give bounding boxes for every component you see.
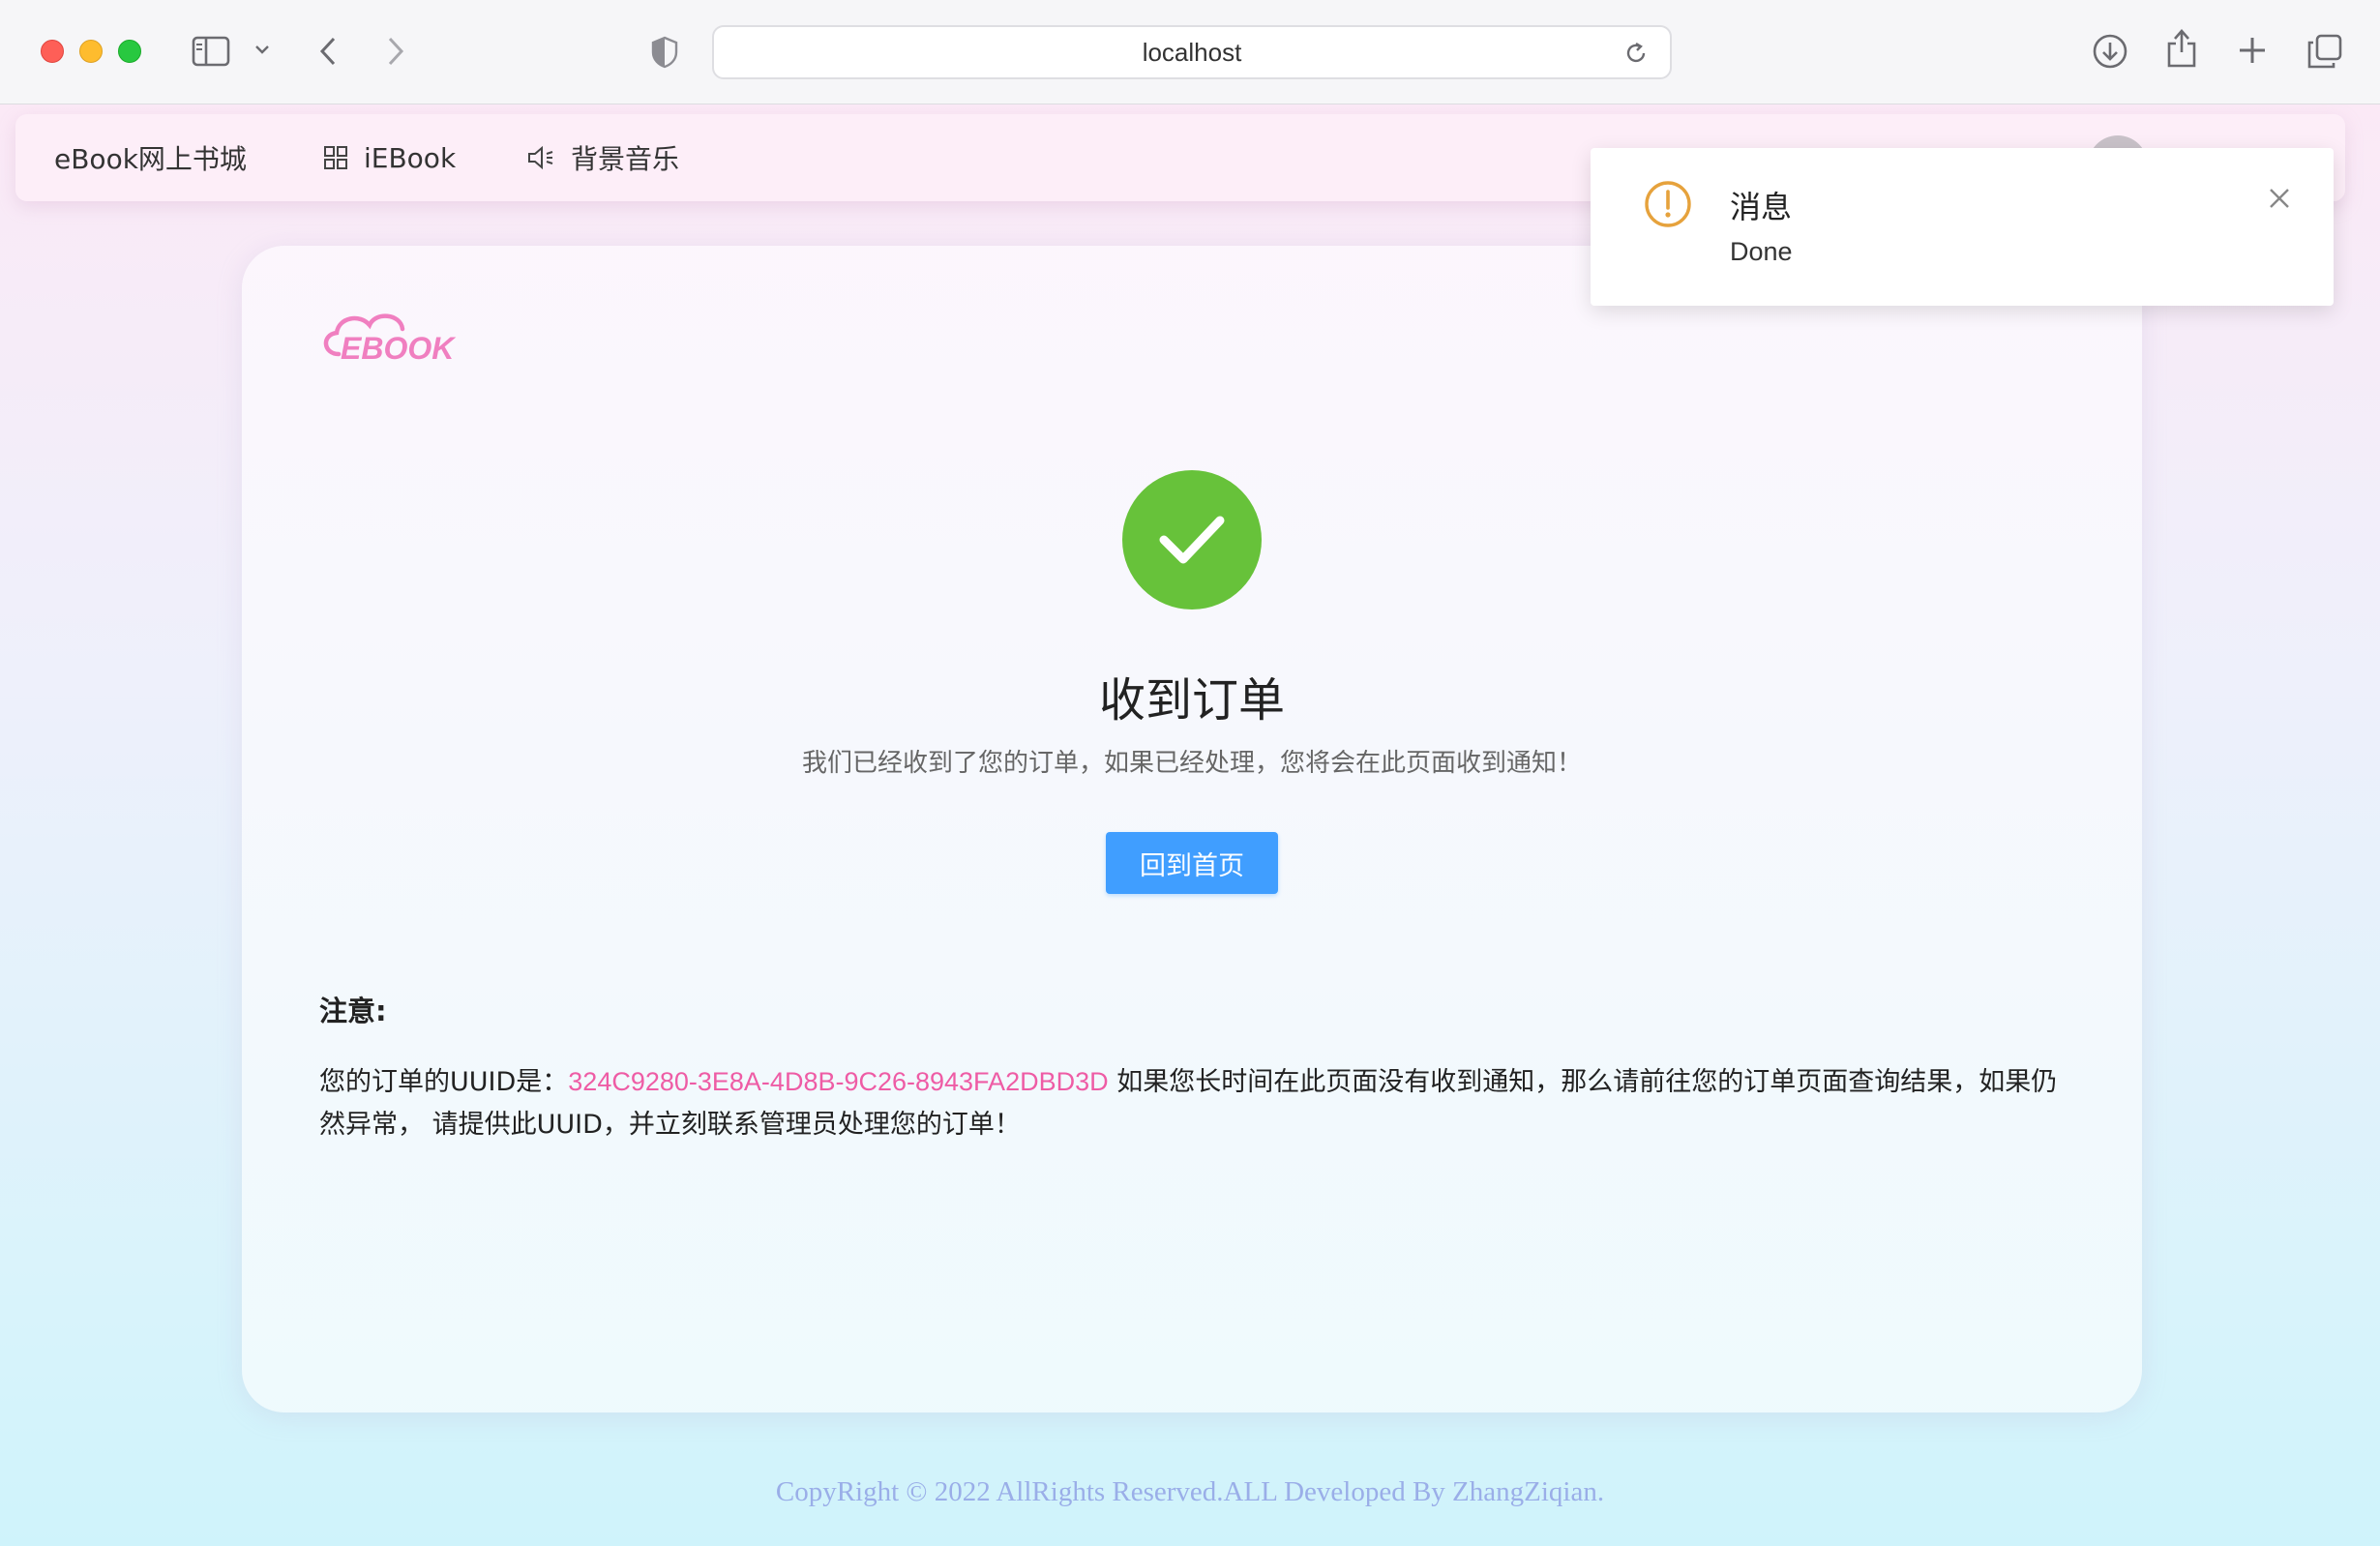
notification-toast: 消息 Done [1591, 148, 2334, 306]
sidebar-toggle-icon[interactable] [192, 35, 230, 68]
ebook-logo: EBOOK [319, 306, 464, 372]
order-result-card: EBOOK 收到订单 我们已经收到了您的订单，如果已经处理，您将会在此页面收到通… [242, 246, 2142, 1412]
chevron-down-icon[interactable] [253, 43, 271, 56]
brand-label: eBook网上书城 [54, 143, 247, 175]
warning-icon [1643, 179, 1693, 233]
result-title: 收到订单 [1098, 673, 1285, 728]
nav-item-label: iEBook [364, 141, 457, 174]
minimize-window-button[interactable] [79, 40, 103, 63]
page-content: eBook网上书城 iEBook 背景音乐 EBOOK 收到订单 我们已经收到了… [0, 104, 2380, 1546]
back-arrow-icon[interactable] [317, 35, 339, 68]
back-home-button[interactable]: 回到首页 [1106, 832, 1278, 894]
notice-title: 注意: [319, 995, 387, 1027]
notice-body: 您的订单的UUID是：324C9280-3E8A-4D8B-9C26-8943F… [319, 1060, 2061, 1146]
address-bar[interactable]: localhost [712, 25, 1672, 79]
url-text: localhost [1142, 37, 1242, 67]
logo-text: EBOOK [341, 331, 457, 366]
notification-message: Done [1730, 237, 1793, 266]
download-icon[interactable] [2092, 33, 2128, 70]
notice-prefix: 您的订单的UUID是： [319, 1067, 569, 1097]
success-check-icon [1122, 470, 1262, 609]
privacy-shield-icon[interactable] [650, 35, 679, 70]
reload-icon[interactable] [1623, 41, 1649, 73]
close-window-button[interactable] [41, 40, 64, 63]
speaker-icon [526, 145, 555, 170]
nav-item-iebook[interactable]: iEBook [323, 114, 456, 201]
tab-overview-icon[interactable] [2306, 33, 2343, 70]
browser-toolbar: localhost [0, 0, 2380, 104]
navbar-brand[interactable]: eBook网上书城 [54, 114, 247, 201]
nav-item-bgm[interactable]: 背景音乐 [526, 114, 679, 201]
close-icon[interactable] [2268, 187, 2291, 214]
nav-item-label: 背景音乐 [571, 143, 680, 175]
result-subtitle: 我们已经收到了您的订单，如果已经处理，您将会在此页面收到通知！ [801, 749, 1582, 778]
forward-arrow-icon[interactable] [385, 35, 406, 68]
share-icon[interactable] [2165, 27, 2198, 70]
notification-title: 消息 [1730, 189, 1793, 225]
grid-icon [323, 145, 348, 170]
footer-copyright: CopyRight © 2022 AllRights Reserved.ALL … [775, 1476, 1605, 1507]
order-uuid: 324C9280-3E8A-4D8B-9C26-8943FA2DBD3D [568, 1067, 1109, 1096]
new-tab-plus-icon[interactable] [2237, 35, 2268, 66]
zoom-window-button[interactable] [118, 40, 141, 63]
